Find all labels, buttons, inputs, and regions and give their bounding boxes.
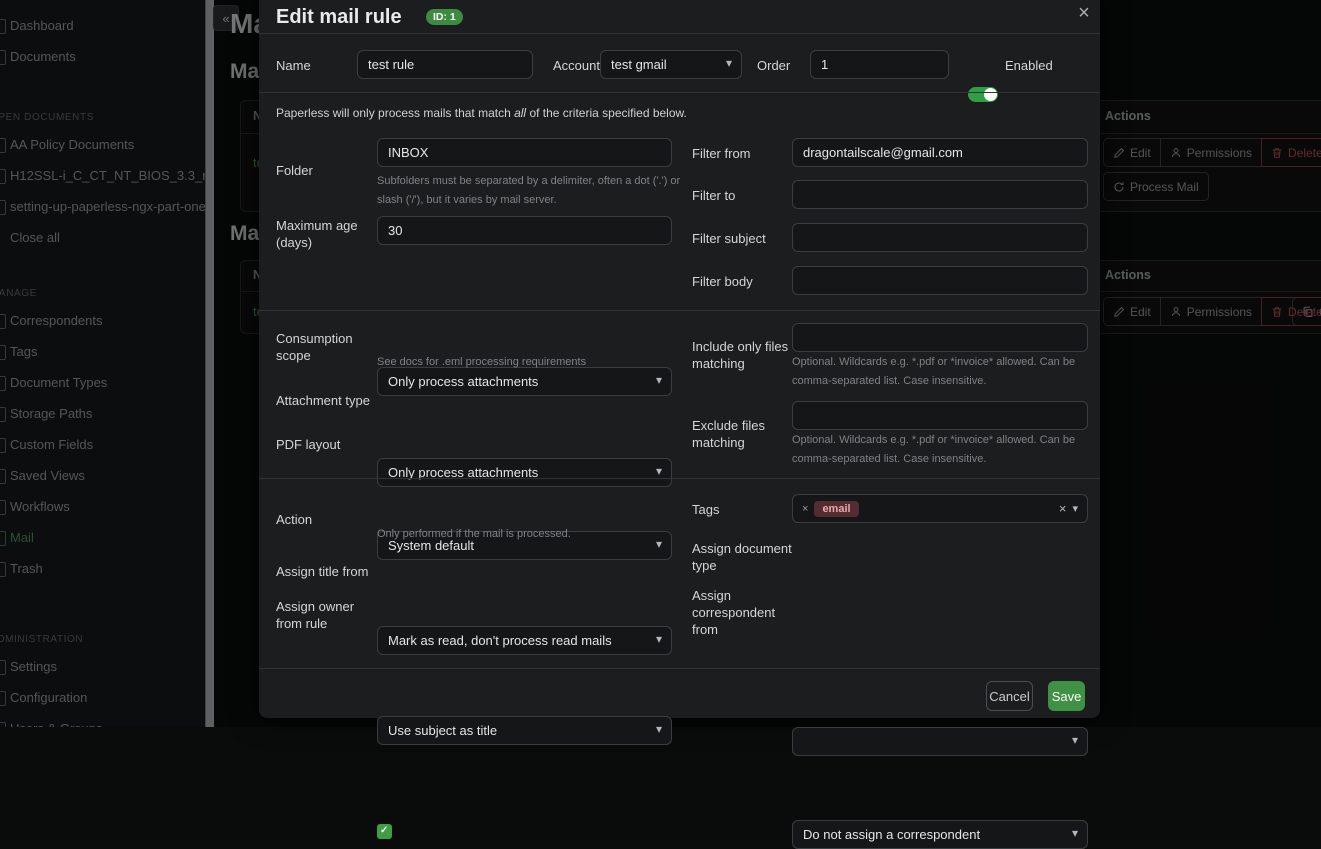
dialog-title: Edit mail rule <box>276 6 402 29</box>
filter-body-label: Filter body <box>692 273 753 290</box>
include-files-input[interactable] <box>792 323 1088 352</box>
action-hint: Only performed if the mail is processed. <box>377 525 677 544</box>
criteria-prefix: Paperless will only process mails that m… <box>276 106 514 120</box>
order-label: Order <box>757 57 790 74</box>
exclude-files-input[interactable] <box>792 401 1088 430</box>
divider <box>259 33 1100 34</box>
attachment-type-label: Attachment type <box>276 392 370 409</box>
criteria-emphasis: all <box>514 106 526 120</box>
include-files-hint: Optional. Wildcards e.g. *.pdf or *invoi… <box>792 353 1088 391</box>
order-input[interactable] <box>810 50 949 79</box>
enabled-label: Enabled <box>1005 57 1053 74</box>
clear-tags-icon[interactable] <box>1059 501 1067 516</box>
divider <box>259 668 1100 669</box>
assign-title-label: Assign title from <box>276 563 368 580</box>
cancel-button[interactable]: Cancel <box>986 681 1033 711</box>
chevron-down-icon[interactable] <box>1072 502 1078 515</box>
divider <box>259 478 1100 479</box>
filter-from-label: Filter from <box>692 145 751 162</box>
close-icon[interactable] <box>1071 0 1097 26</box>
include-files-label: Include only files matching <box>692 338 792 372</box>
consumption-scope-label: Consumption scope <box>276 330 368 364</box>
criteria-note: Paperless will only process mails that m… <box>276 106 687 120</box>
action-value: Mark as read, don't process read mails <box>388 633 612 648</box>
assign-doc-type-label: Assign document type <box>692 540 792 574</box>
assign-title-select[interactable]: Use subject as title <box>377 716 672 745</box>
tag-chip[interactable]: email <box>814 501 858 517</box>
exclude-files-hint: Optional. Wildcards e.g. *.pdf or *invoi… <box>792 431 1088 469</box>
folder-hint: Subfolders must be separated by a delimi… <box>377 172 682 210</box>
pdf-layout-label: PDF layout <box>276 436 340 453</box>
filter-to-input[interactable] <box>792 180 1088 209</box>
filter-body-input[interactable] <box>792 266 1088 295</box>
assign-correspondent-select[interactable]: Do not assign a correspondent <box>792 820 1088 849</box>
account-label: Account <box>553 57 600 74</box>
exclude-files-label: Exclude files matching <box>692 417 792 451</box>
max-age-label: Maximum age (days) <box>276 217 368 251</box>
name-label: Name <box>276 57 311 74</box>
save-button[interactable]: Save <box>1048 681 1085 711</box>
attachment-type-select[interactable]: Only process attachments <box>377 458 672 487</box>
filter-subject-input[interactable] <box>792 223 1088 252</box>
folder-label: Folder <box>276 162 313 179</box>
assign-correspondent-label: Assign correspondent from <box>692 587 784 638</box>
max-age-input[interactable] <box>377 216 672 245</box>
assign-title-value: Use subject as title <box>388 723 497 738</box>
action-label: Action <box>276 511 312 528</box>
name-input[interactable] <box>357 50 533 79</box>
action-select[interactable]: Mark as read, don't process read mails <box>377 626 672 655</box>
tags-label: Tags <box>692 501 719 518</box>
remove-tag-icon[interactable] <box>802 503 808 515</box>
account-select[interactable]: test gmail <box>600 50 742 79</box>
tags-select[interactable]: email <box>792 494 1088 523</box>
assign-correspondent-value: Do not assign a correspondent <box>803 827 980 842</box>
id-badge: ID: 1 <box>426 9 463 25</box>
filter-to-label: Filter to <box>692 187 735 204</box>
filter-from-input[interactable] <box>792 138 1088 167</box>
divider <box>259 92 1100 93</box>
edit-mail-rule-dialog: Edit mail rule ID: 1 Name Account test g… <box>259 0 1100 718</box>
divider <box>259 310 1100 311</box>
assign-owner-label: Assign owner from rule <box>276 598 366 632</box>
filter-subject-label: Filter subject <box>692 230 766 247</box>
account-select-value: test gmail <box>611 57 667 72</box>
assign-owner-checkbox[interactable] <box>377 824 392 839</box>
enabled-toggle[interactable] <box>968 87 998 102</box>
folder-input[interactable] <box>377 138 672 167</box>
criteria-suffix: of the criteria specified below. <box>526 106 687 120</box>
consumption-scope-hint: See docs for .eml processing requirement… <box>377 353 677 372</box>
assign-doc-type-select[interactable] <box>792 727 1088 756</box>
consumption-scope-value: Only process attachments <box>388 374 538 389</box>
